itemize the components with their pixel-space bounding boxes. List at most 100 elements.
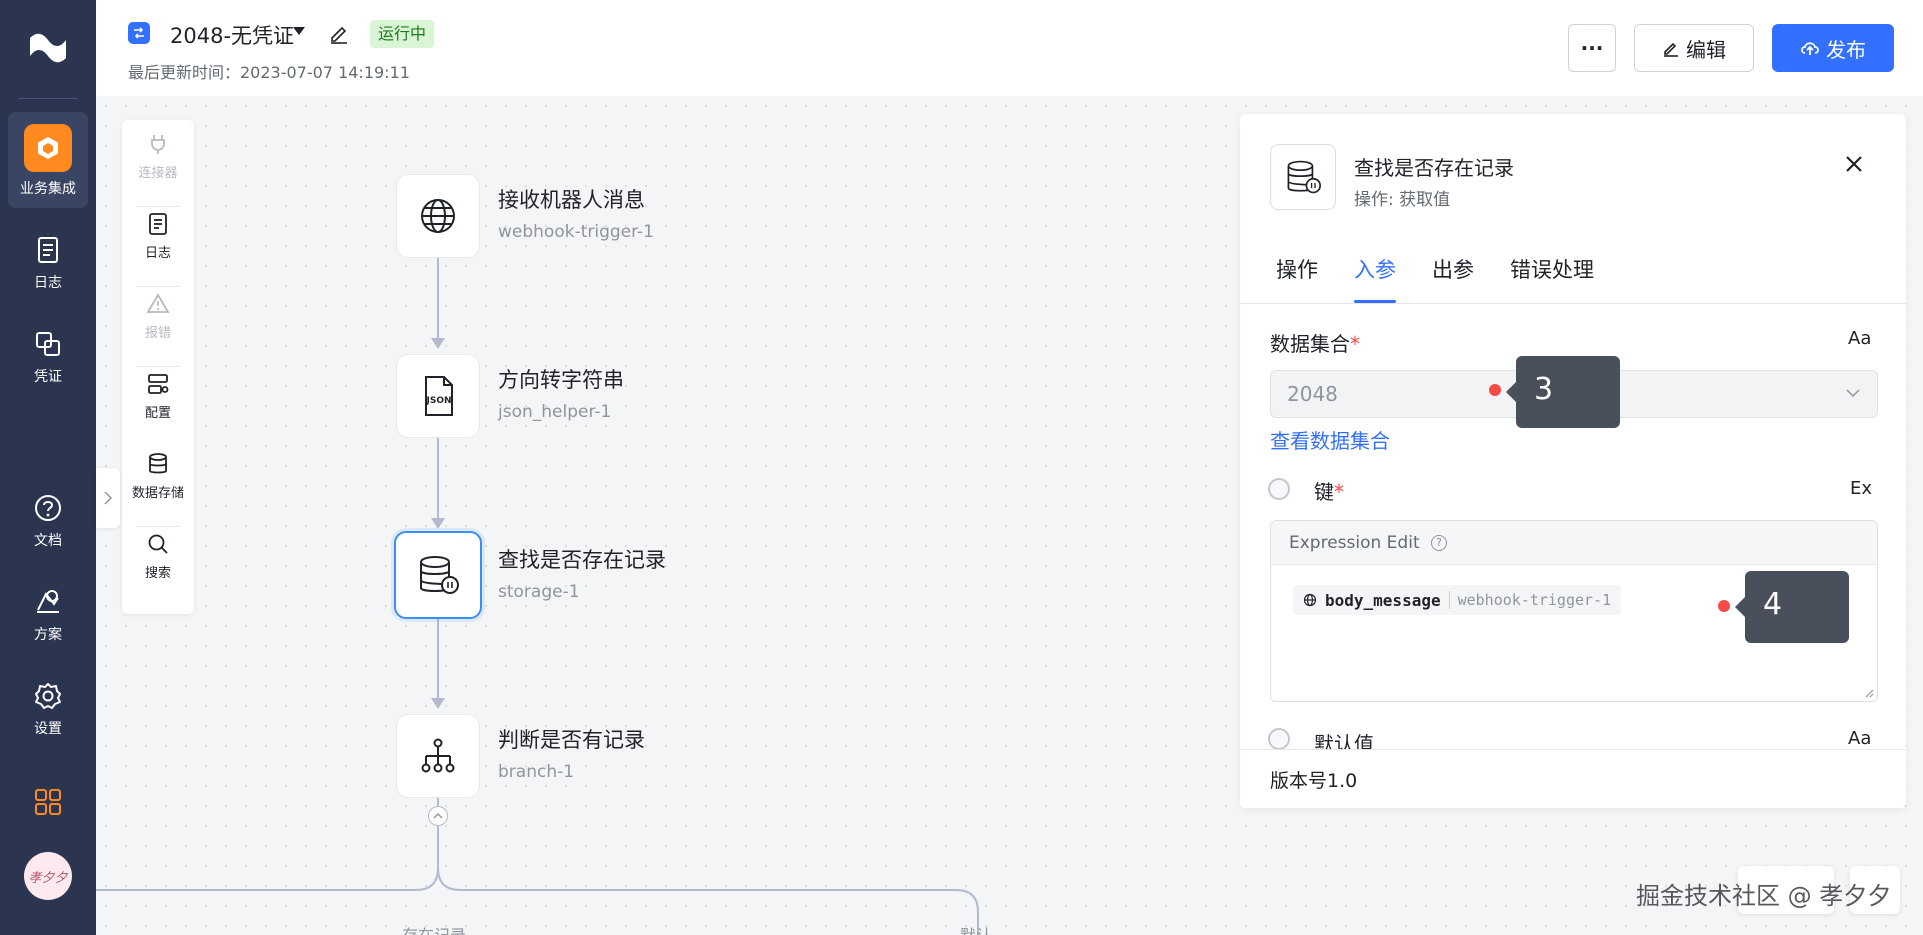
nav-label: 方案 <box>34 627 62 643</box>
flow-node-webhook[interactable] <box>396 174 480 258</box>
nav-item-solution[interactable]: 方案 <box>8 574 88 670</box>
token-variable: body_message <box>1325 590 1441 610</box>
nav-item-settings[interactable]: 设置 <box>8 668 88 764</box>
help-icon <box>35 495 61 521</box>
key-radio[interactable] <box>1268 478 1290 500</box>
step-marker: 4 <box>1735 571 1849 643</box>
step-marker: 3 <box>1506 356 1620 428</box>
database-icon <box>149 453 167 474</box>
flow-node-json-helper[interactable]: JSON <box>396 354 480 438</box>
panel-title: 查找是否存在记录 <box>1354 156 1514 180</box>
branch-lines <box>96 860 979 935</box>
close-icon <box>1846 156 1862 172</box>
expression-variable-token[interactable]: body_message webhook-trigger-1 <box>1293 585 1622 615</box>
left-nav: 业务集成 日志 凭证 文档 方案 设置 孝夕夕 <box>0 0 96 935</box>
panel-node-icon <box>1270 144 1336 210</box>
chevron-down-icon <box>1846 389 1860 398</box>
search-icon <box>148 534 168 554</box>
tool-log[interactable]: 日志 <box>122 200 194 280</box>
publish-cloud-icon <box>1801 42 1819 55</box>
caret-down-icon[interactable] <box>292 26 306 36</box>
tool-search[interactable]: 搜索 <box>122 520 194 600</box>
required-mark: * <box>1334 480 1344 504</box>
tool-error[interactable]: 报错 <box>122 280 194 360</box>
nav-item-log[interactable]: 日志 <box>8 222 88 318</box>
branch-collapse-button[interactable] <box>428 806 448 826</box>
token-source: webhook-trigger-1 <box>1457 591 1612 609</box>
nav-item-business-integration[interactable]: 业务集成 <box>8 112 88 208</box>
tab-output-params[interactable]: 出参 <box>1432 254 1474 284</box>
dataset-select-value: 2048 <box>1287 382 1338 406</box>
flow-node-storage[interactable] <box>394 531 482 619</box>
dataset-label: 数据集合* <box>1270 328 1360 357</box>
business-integration-icon <box>24 124 72 172</box>
globe-icon <box>1303 593 1317 607</box>
marker-dot <box>1489 384 1501 396</box>
top-header: 2048-无凭证 运行中 最后更新时间：2023-07-07 14:19:11 … <box>96 0 1923 96</box>
last-updated-text: 最后更新时间：2023-07-07 14:19:11 <box>128 63 410 82</box>
rename-pencil-icon[interactable] <box>328 22 350 44</box>
toolbox-collapse-toggle[interactable] <box>96 468 120 528</box>
nav-divider <box>18 98 78 99</box>
tab-input-params[interactable]: 入参 <box>1354 254 1396 284</box>
flow-arrow <box>431 338 445 349</box>
publish-button[interactable]: 发布 <box>1772 24 1894 72</box>
tab-operation[interactable]: 操作 <box>1276 254 1318 284</box>
flow-node-branch[interactable] <box>396 714 480 798</box>
expression-mode-toggle[interactable]: Ex <box>1850 478 1872 499</box>
tool-data-storage[interactable]: 数据存储 <box>122 440 194 520</box>
active-tab-indicator <box>1354 300 1396 303</box>
tool-config[interactable]: 配置 <box>122 360 194 440</box>
tool-label: 搜索 <box>144 566 171 581</box>
tool-label: 配置 <box>144 406 171 421</box>
database-search-icon <box>420 556 459 594</box>
nav-item-docs[interactable]: 文档 <box>8 480 88 576</box>
credential-icon <box>36 332 60 356</box>
apps-grid-icon[interactable] <box>34 788 62 816</box>
tool-label: 数据存储 <box>131 486 184 501</box>
settings-icon <box>35 683 61 709</box>
help-icon[interactable]: ? <box>1431 535 1448 551</box>
more-button[interactable]: ··· <box>1568 24 1616 72</box>
node-title: 查找是否存在记录 <box>498 548 666 572</box>
config-icon <box>148 374 169 394</box>
flow-connector <box>437 618 439 702</box>
nav-label: 业务集成 <box>20 181 76 197</box>
node-id: webhook-trigger-1 <box>498 222 654 242</box>
flow-arrow <box>431 698 445 709</box>
app-logo[interactable] <box>26 30 70 66</box>
more-label: ··· <box>1580 36 1604 60</box>
chevron-up-icon <box>433 813 443 819</box>
tab-error-handling[interactable]: 错误处理 <box>1510 254 1594 284</box>
flow-title[interactable]: 2048-无凭证 <box>170 20 294 50</box>
tool-label: 连接器 <box>138 166 178 181</box>
text-mode-toggle[interactable]: Aa <box>1848 728 1871 749</box>
flow-connector <box>437 438 439 522</box>
node-title: 接收机器人消息 <box>498 188 645 212</box>
version-label: 版本号1.0 <box>1270 770 1358 792</box>
token-divider <box>1448 591 1450 609</box>
plug-icon <box>151 135 165 154</box>
avatar[interactable]: 孝夕夕 <box>24 852 72 900</box>
view-dataset-link[interactable]: 查看数据集合 <box>1270 425 1390 454</box>
status-badge: 运行中 <box>370 20 435 48</box>
edit-icon <box>1664 42 1678 57</box>
close-button[interactable] <box>1840 150 1868 178</box>
edit-button[interactable]: 编辑 <box>1634 24 1754 72</box>
globe-icon <box>421 199 455 233</box>
nav-item-credential[interactable]: 凭证 <box>8 316 88 412</box>
expression-editor-title: Expression Edit <box>1289 533 1420 553</box>
text-mode-toggle[interactable]: Aa <box>1848 328 1871 349</box>
step-marker-number: 3 <box>1534 372 1554 407</box>
tool-connector[interactable]: 连接器 <box>122 120 194 200</box>
flow-icon <box>128 22 150 44</box>
step-marker-number: 4 <box>1763 587 1783 622</box>
node-title: 方向转字符串 <box>498 368 624 392</box>
resize-handle-icon[interactable] <box>1864 688 1874 698</box>
solution-icon <box>37 590 59 613</box>
node-id: storage-1 <box>498 582 580 602</box>
default-value-radio[interactable] <box>1268 728 1290 750</box>
json-file-icon: JSON <box>425 376 453 416</box>
branch-label: 默认 <box>960 922 992 935</box>
toolbox: 连接器 日志 报错 配置 数据存储 搜索 <box>122 120 194 614</box>
